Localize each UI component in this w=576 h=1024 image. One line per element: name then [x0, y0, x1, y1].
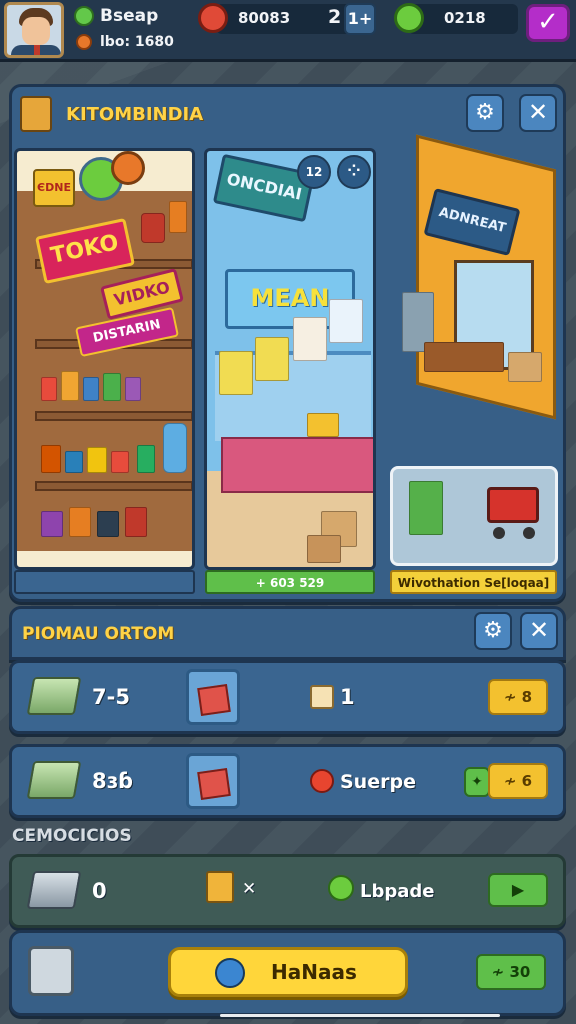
- store-title: KITOMBINDIA: [66, 104, 204, 125]
- extra-row[interactable]: 0 ✕ Lbpade ▶: [9, 854, 566, 928]
- top-bar: Bseap lbo: 1680 80083 2 1+ 0218 ✓: [0, 0, 576, 62]
- grocery-bar: [14, 570, 195, 594]
- pencil-icon: [215, 958, 245, 988]
- order-item-count: 1: [340, 685, 355, 709]
- player-name: Bseap: [100, 6, 159, 26]
- shop-caption-bar: Wivothation Se[loqaa]: [390, 570, 557, 594]
- main-action-label: HaNaas: [271, 960, 357, 984]
- shopping-bag-icon: [197, 768, 231, 800]
- order-amount: 8ɜɓ: [92, 769, 134, 793]
- player-avatar[interactable]: [4, 2, 64, 58]
- player-level: lbo: 1680: [100, 34, 174, 50]
- extra-action-button[interactable]: ▶: [488, 873, 548, 907]
- cash-stack-icon: [26, 761, 82, 799]
- card-badge-12[interactable]: 12: [297, 155, 331, 189]
- shopping-bag-slot[interactable]: [186, 753, 240, 809]
- order-row-2[interactable]: 8ɜɓ Suerpe ✦ ≁ 6: [9, 744, 566, 818]
- cart-card[interactable]: [390, 466, 558, 566]
- scroll-indicator[interactable]: [220, 1014, 500, 1017]
- extra-item-label: Lbpade: [360, 881, 435, 902]
- status-green-icon: [74, 6, 94, 26]
- coins-value: 2: [328, 6, 342, 28]
- green-token-icon: [328, 875, 354, 901]
- order-row-1[interactable]: 7-5 1 ≁ 8: [9, 660, 566, 734]
- sign-top: ЄDNE: [33, 169, 75, 207]
- shop-check-button[interactable]: ✓: [526, 4, 570, 42]
- add-coins-button[interactable]: 1+: [344, 3, 376, 35]
- store-close-button[interactable]: ✕: [519, 94, 557, 132]
- shopping-bag-slot[interactable]: [186, 669, 240, 725]
- printer-icon[interactable]: [28, 946, 74, 996]
- level-icon: [76, 34, 92, 50]
- store-card-market[interactable]: ONCDIAI MEAN 12 ⁘: [204, 148, 376, 570]
- coin-icon: [198, 3, 228, 33]
- sign-badge-icon-2: [111, 151, 145, 185]
- main-action-button[interactable]: HaNaas: [168, 947, 408, 997]
- extra-amount: 0: [92, 879, 107, 903]
- order-item-label: Suerpe: [340, 771, 416, 793]
- store-card-shop[interactable]: ADNREAT: [384, 134, 564, 458]
- section-label: CEMOCICIOS: [12, 826, 132, 846]
- cash-stack-icon: [26, 871, 82, 909]
- shopping-bag-icon: [197, 684, 231, 716]
- shopping-cart-icon: [487, 487, 539, 523]
- extra-x-label: ✕: [242, 879, 257, 899]
- gems-value: 0218: [444, 9, 486, 27]
- orders-close-button[interactable]: ✕: [520, 612, 558, 650]
- order-claim-button[interactable]: ≁ 8: [488, 679, 548, 715]
- store-icon: [20, 96, 52, 132]
- tomato-icon: [310, 769, 334, 793]
- box-icon: [310, 685, 334, 709]
- order-accept-button[interactable]: ✦: [464, 767, 490, 797]
- store-settings-button[interactable]: ⚙: [466, 94, 504, 132]
- store-card-grocery[interactable]: ЄDNE TOKO VIDKO DISTARIN: [14, 148, 195, 570]
- order-amount: 7-5: [92, 685, 130, 709]
- orders-title: PIOMAU ORTOM: [22, 624, 175, 644]
- bottom-value-button[interactable]: ≁ 30: [476, 954, 546, 990]
- coins-label: 80083: [238, 9, 291, 27]
- card-more-button[interactable]: ⁘: [337, 155, 371, 189]
- order-claim-button[interactable]: ≁ 6: [488, 763, 548, 799]
- market-price-bar[interactable]: + 603 529: [205, 570, 375, 594]
- gem-icon: [394, 3, 424, 33]
- orders-settings-button[interactable]: ⚙: [474, 612, 512, 650]
- cash-stack-icon: [26, 677, 82, 715]
- crate-icon: [206, 871, 234, 903]
